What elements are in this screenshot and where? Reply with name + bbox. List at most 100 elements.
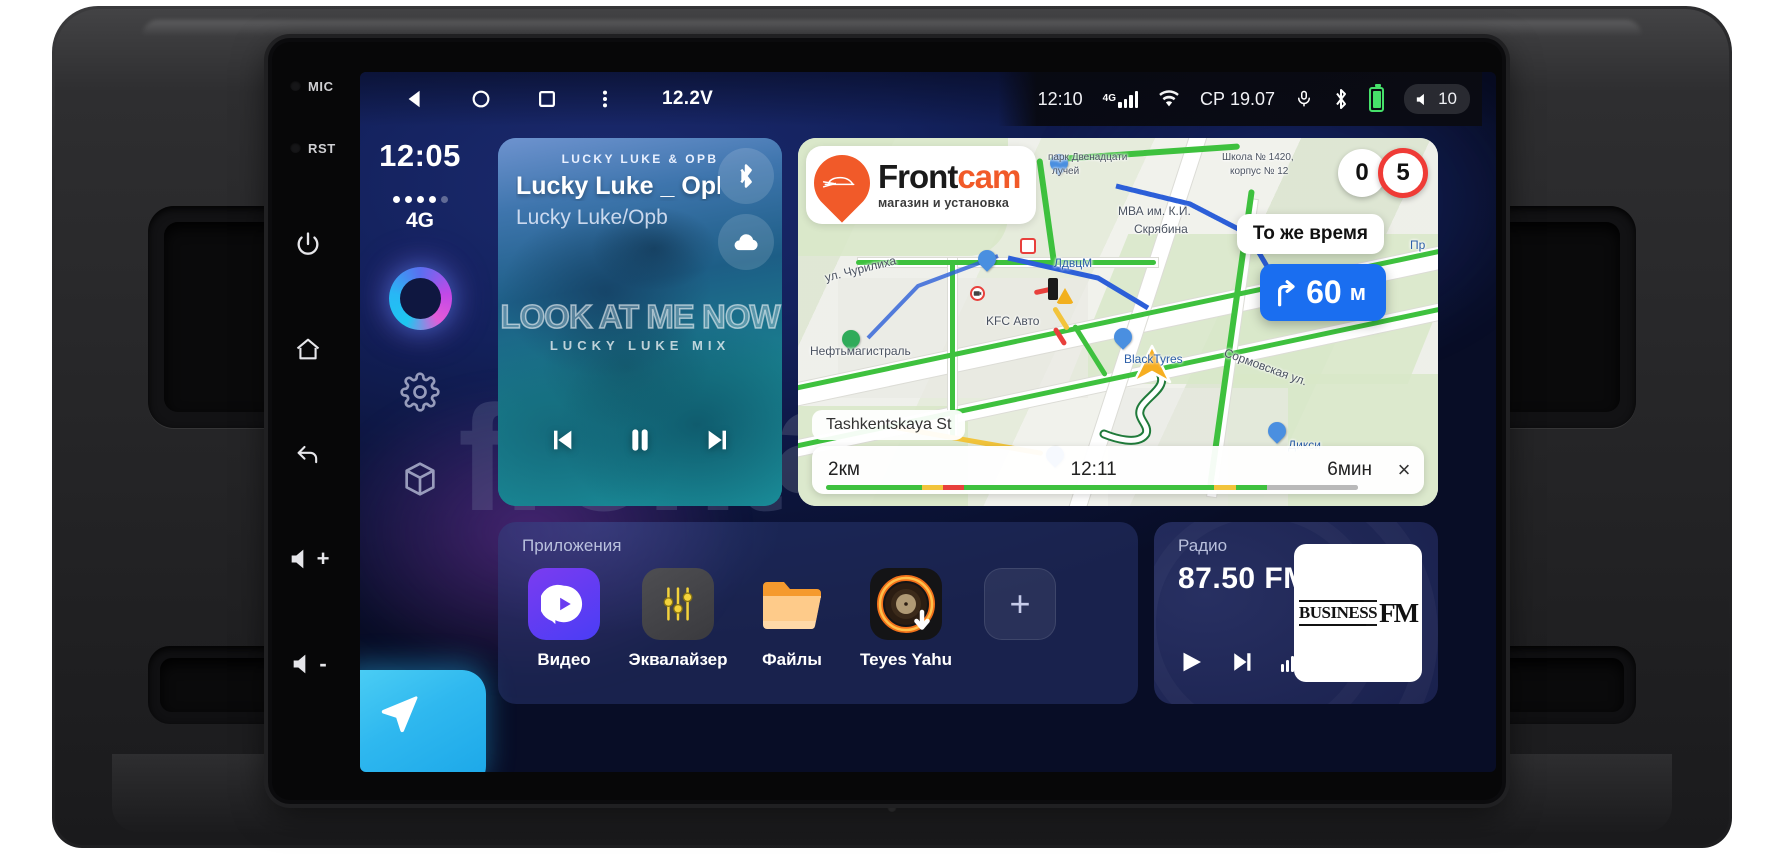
maneuver-unit: м (1349, 279, 1366, 305)
folder-icon (756, 568, 828, 640)
video-player-icon (528, 568, 600, 640)
frontcam-logo: Frontcam магазин и установка (802, 143, 1037, 224)
route-duration: 6мин (1327, 459, 1372, 480)
yahu-icon (870, 568, 942, 640)
frontcam-tagline: магазин и установка (878, 196, 1009, 210)
frontcam-pin-icon (802, 143, 882, 223)
apps-list: Видео Эквалайзер Файлы Teyes Yahu + (516, 568, 1120, 670)
map-label: парк Двенадцати (1048, 152, 1128, 163)
turn-right-icon (1278, 279, 1295, 306)
reset-indicator-led (290, 142, 301, 153)
screenshot-root: MIC RST + - 12.2V 12:10 4G СР 19.07 10 1… (0, 0, 1780, 854)
route-progress-segment (1235, 485, 1268, 490)
volume-up-icon[interactable]: + (282, 533, 334, 585)
network-type-label: 4G (1102, 93, 1117, 104)
back-arrow-icon[interactable] (282, 428, 334, 480)
bezel-highlight (142, 20, 1642, 36)
app-item-equalizer[interactable]: Эквалайзер (628, 568, 728, 670)
mic-indicator-label: MIC (308, 79, 334, 94)
station-list-icon[interactable] (1280, 649, 1310, 680)
music-subtitle: Lucky Luke/Opb (516, 206, 668, 229)
status-bar: 12.2V 12:10 4G СР 19.07 10 (360, 72, 1496, 126)
android-navigation-bar: 12.2V (360, 88, 713, 110)
app-item-files[interactable]: Файлы (744, 568, 840, 670)
radio-frequency: 87.50 FM (1178, 562, 1309, 595)
route-progress-segment (943, 485, 965, 490)
microphone-icon[interactable] (1295, 88, 1313, 110)
app-label: Эквалайзер (628, 650, 728, 669)
radio-play-button[interactable] (1176, 647, 1206, 682)
app-item-add[interactable]: + (972, 568, 1068, 670)
cloud-icon[interactable] (718, 214, 774, 270)
dots-vertical-icon[interactable] (602, 88, 608, 110)
next-track-button[interactable] (702, 424, 734, 461)
speed-indicators: 0 5 (1338, 148, 1428, 198)
bluetooth-icon[interactable] (718, 148, 774, 204)
map-label: Скрябина (1134, 222, 1188, 236)
volume-down-icon[interactable]: - (282, 638, 334, 690)
map-label: Нефтьмагистраль (810, 344, 911, 358)
map-label: ЛдвцМ (1054, 256, 1093, 270)
mic-indicator-led (290, 80, 301, 91)
maneuver-banner: 60 м (1260, 264, 1386, 321)
route-progress-segment (1267, 485, 1358, 490)
album-art-title: LOOK AT ME NOW (500, 297, 782, 336)
apps-cube-icon[interactable] (400, 459, 440, 504)
volume-indicator[interactable]: 10 (1404, 84, 1470, 114)
maneuver-distance: 60 (1306, 274, 1342, 310)
app-label: Файлы (762, 650, 822, 669)
volume-value: 10 (1438, 89, 1457, 108)
route-progress-segment (921, 485, 944, 490)
map-label: Пр (1410, 238, 1426, 252)
launcher-side-rail: 12:05 4G (360, 126, 486, 772)
touchscreen[interactable]: front cam.ru (360, 72, 1496, 772)
play-pause-button[interactable] (623, 423, 657, 462)
map-label: Школа № 1420, (1222, 152, 1294, 163)
close-route-button[interactable]: × (1384, 457, 1424, 483)
radio-next-button[interactable] (1228, 647, 1258, 682)
radio-caption: Радио (1178, 536, 1228, 555)
app-item-teyes-yahu[interactable]: Teyes Yahu (858, 568, 954, 670)
status-bar-right: 12:10 4G СР 19.07 10 (997, 72, 1482, 126)
circle-home-icon[interactable] (470, 88, 492, 110)
head-unit: MIC RST + - 12.2V 12:10 4G СР 19.07 10 1… (268, 38, 1506, 804)
navigation-arrow-icon[interactable] (360, 670, 486, 772)
home-icon[interactable] (282, 323, 334, 375)
wifi-icon (1158, 90, 1180, 108)
traffic-light-icon (1048, 278, 1058, 300)
app-label: Видео (537, 650, 591, 669)
road-warning-icon (1056, 288, 1074, 304)
route-progress-segment (1214, 485, 1236, 490)
voice-assistant-button[interactable] (388, 267, 452, 330)
map-label: МВА им. К.И. (1118, 204, 1191, 218)
triangle-back-icon[interactable] (404, 88, 426, 110)
hardware-key-strip: MIC RST + - (268, 38, 354, 804)
previous-track-button[interactable] (546, 424, 578, 461)
reset-indicator-label: RST (308, 141, 336, 156)
battery-full-icon (1369, 83, 1385, 112)
radio-card[interactable]: Радио 87.50 FM BUSINESS FM (1154, 522, 1438, 704)
route-info-bar[interactable]: 2км 12:11 6мин × (812, 446, 1424, 494)
map-poi-pin (1264, 418, 1290, 446)
apps-caption: Приложения (522, 536, 622, 555)
current-street-label: Tashkentskaya St (812, 410, 966, 440)
route-eta: 12:11 (1070, 459, 1117, 480)
add-app-button[interactable]: + (984, 568, 1056, 640)
settings-gear-icon[interactable] (400, 372, 440, 417)
cellular-signal-icon: 4G (1102, 90, 1139, 108)
vehicle-position-marker (1132, 344, 1172, 384)
music-player-card[interactable]: LUCKY LUKE & OPB Lucky Luke _ Opb... Luc… (498, 138, 782, 506)
frontcam-name-part2: cam (957, 158, 1021, 195)
square-recents-icon[interactable] (536, 88, 558, 110)
page-indicator-dots[interactable] (392, 196, 448, 203)
map-label: KFC Авто (986, 314, 1040, 328)
bluetooth-icon[interactable] (1333, 87, 1349, 111)
rail-clock: 12:05 (379, 138, 461, 173)
power-icon[interactable] (282, 218, 334, 270)
navigation-map-card[interactable]: парк Двенадцати лучей Школа № 1420, корп… (798, 138, 1438, 506)
roadworks-icon (1020, 238, 1036, 254)
app-item-video[interactable]: Видео (516, 568, 612, 670)
voltage-readout: 12.2V (662, 88, 714, 109)
map-poi-pin (1110, 324, 1136, 352)
radio-station-logo: BUSINESS FM (1294, 544, 1422, 682)
